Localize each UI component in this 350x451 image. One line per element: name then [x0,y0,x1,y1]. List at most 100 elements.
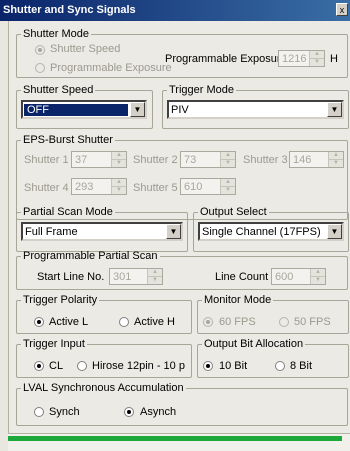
programmable-exposure-radio[interactable] [35,63,45,73]
bit-10-label[interactable]: 10 Bit [219,360,247,372]
shutter-4-value[interactable]: 293 [75,181,93,193]
shutter-1-label: Shutter 1 [24,154,69,166]
spin-down-icon[interactable]: ▼ [310,59,324,66]
title-bar: Shutter and Sync Signals x [0,0,350,21]
start-line-value[interactable]: 301 [113,271,131,283]
output-select-legend: Output Select [200,206,267,218]
spin-up-icon[interactable]: ▲ [112,179,126,187]
prog-exposure-label: Programmable Exposure [165,53,287,65]
fps-60-radio[interactable] [203,317,213,327]
active-l-label[interactable]: Active L [49,316,88,328]
line-count-label: Line Count [215,271,269,283]
spin-down-icon[interactable]: ▼ [221,160,235,167]
spin-down-icon[interactable]: ▼ [329,160,343,167]
close-button[interactable]: x [336,3,348,16]
shutter-mode-legend: Shutter Mode [23,28,90,40]
programmable-exposure-option-label[interactable]: Programmable Exposure [50,62,172,74]
partial-scan-mode-select[interactable]: Full Frame ▼ [21,222,183,241]
eps-burst-legend: EPS-Burst Shutter [23,134,113,146]
spin-down-icon[interactable]: ▼ [311,277,325,284]
fps-60-label[interactable]: 60 FPS [219,316,256,328]
lval-legend: LVAL Synchronous Accumulation [23,382,184,394]
spin-up-icon[interactable]: ▲ [221,179,235,187]
progress-bar [8,436,342,441]
output-bit-group: Output Bit Allocation [197,338,349,378]
shutter-2-label: Shutter 2 [133,154,178,166]
monitor-mode-group: Monitor Mode [197,294,349,334]
monitor-mode-legend: Monitor Mode [204,294,272,306]
spin-up-icon[interactable]: ▲ [148,269,162,277]
shutter-2-spinner[interactable]: 73 ▲ ▼ [180,151,236,168]
synch-radio[interactable] [34,407,44,417]
trigger-mode-select[interactable]: PIV ▼ [167,100,344,119]
shutter-5-value[interactable]: 610 [184,181,202,193]
trigger-polarity-legend: Trigger Polarity [23,294,98,306]
shutter-5-spinner[interactable]: 610 ▲ ▼ [180,178,236,195]
active-l-radio[interactable] [34,317,44,327]
asynch-label[interactable]: Asynch [140,406,176,418]
trigger-input-legend: Trigger Input [23,338,85,350]
status-bar [8,433,350,451]
asynch-radio[interactable] [124,407,134,417]
start-line-label: Start Line No. [37,271,105,283]
shutter-speed-legend: Shutter Speed [23,84,94,96]
chevron-down-icon[interactable]: ▼ [130,102,145,117]
active-h-label[interactable]: Active H [134,316,175,328]
shutter-4-spinner[interactable]: 293 ▲ ▼ [71,178,127,195]
dialog-panel: Shutter Mode Shutter Speed Programmable … [8,21,350,441]
cl-radio[interactable] [34,361,44,371]
spin-down-icon[interactable]: ▼ [112,187,126,194]
shutter-4-label: Shutter 4 [24,182,69,194]
shutter-speed-option-label[interactable]: Shutter Speed [50,43,120,55]
shutter-3-spinner[interactable]: 146 ▲ ▼ [289,151,344,168]
partial-scan-mode-value[interactable]: Full Frame [25,226,78,238]
shutter-3-label: Shutter 3 [243,154,288,166]
spin-up-icon[interactable]: ▲ [221,152,235,160]
trigger-polarity-group: Trigger Polarity [16,294,192,334]
spin-up-icon[interactable]: ▲ [112,152,126,160]
spin-down-icon[interactable]: ▼ [221,187,235,194]
spin-down-icon[interactable]: ▼ [112,160,126,167]
shutter-speed-select[interactable]: OFF ▼ [21,100,147,119]
output-select-select[interactable]: Single Channel (17FPS) ▼ [198,222,344,241]
prog-exposure-spinner[interactable]: 1216 ▲ ▼ [278,50,325,67]
prog-exposure-unit: H [330,53,338,65]
lval-group: LVAL Synchronous Accumulation [16,382,348,426]
shutter-3-value[interactable]: 146 [293,154,311,166]
active-h-radio[interactable] [119,317,129,327]
fps-50-radio[interactable] [279,317,289,327]
output-bit-legend: Output Bit Allocation [204,338,304,350]
bit-8-label[interactable]: 8 Bit [290,360,312,372]
trigger-input-group: Trigger Input [16,338,192,378]
cl-label[interactable]: CL [49,360,63,372]
bit-8-radio[interactable] [275,361,285,371]
hirose-radio[interactable] [77,361,87,371]
trigger-mode-value[interactable]: PIV [171,104,189,116]
synch-label[interactable]: Synch [49,406,80,418]
partial-scan-mode-legend: Partial Scan Mode [23,206,113,218]
shutter-2-value[interactable]: 73 [184,154,196,166]
trigger-mode-legend: Trigger Mode [169,84,235,96]
shutter-1-value[interactable]: 37 [75,154,87,166]
line-count-value[interactable]: 600 [275,271,293,283]
hirose-label[interactable]: Hirose 12pin - 10 p [92,360,185,372]
fps-50-label[interactable]: 50 FPS [294,316,331,328]
start-line-spinner[interactable]: 301 ▲ ▼ [109,268,163,285]
chevron-down-icon[interactable]: ▼ [327,102,342,117]
shutter-1-spinner[interactable]: 37 ▲ ▼ [71,151,127,168]
shutter-speed-radio[interactable] [35,45,45,55]
prog-exposure-value[interactable]: 1216 [282,53,306,65]
prog-partial-scan-legend: Programmable Partial Scan [23,250,158,262]
bit-10-radio[interactable] [203,361,213,371]
spin-up-icon[interactable]: ▲ [329,152,343,160]
output-select-value[interactable]: Single Channel (17FPS) [202,226,321,238]
chevron-down-icon[interactable]: ▼ [166,224,181,239]
shutter-speed-value[interactable]: OFF [24,104,128,116]
chevron-down-icon[interactable]: ▼ [327,224,342,239]
spin-up-icon[interactable]: ▲ [311,269,325,277]
spin-up-icon[interactable]: ▲ [310,51,324,59]
shutter-5-label: Shutter 5 [133,182,178,194]
spin-down-icon[interactable]: ▼ [148,277,162,284]
line-count-spinner[interactable]: 600 ▲ ▼ [271,268,326,285]
window-title: Shutter and Sync Signals [3,4,136,16]
